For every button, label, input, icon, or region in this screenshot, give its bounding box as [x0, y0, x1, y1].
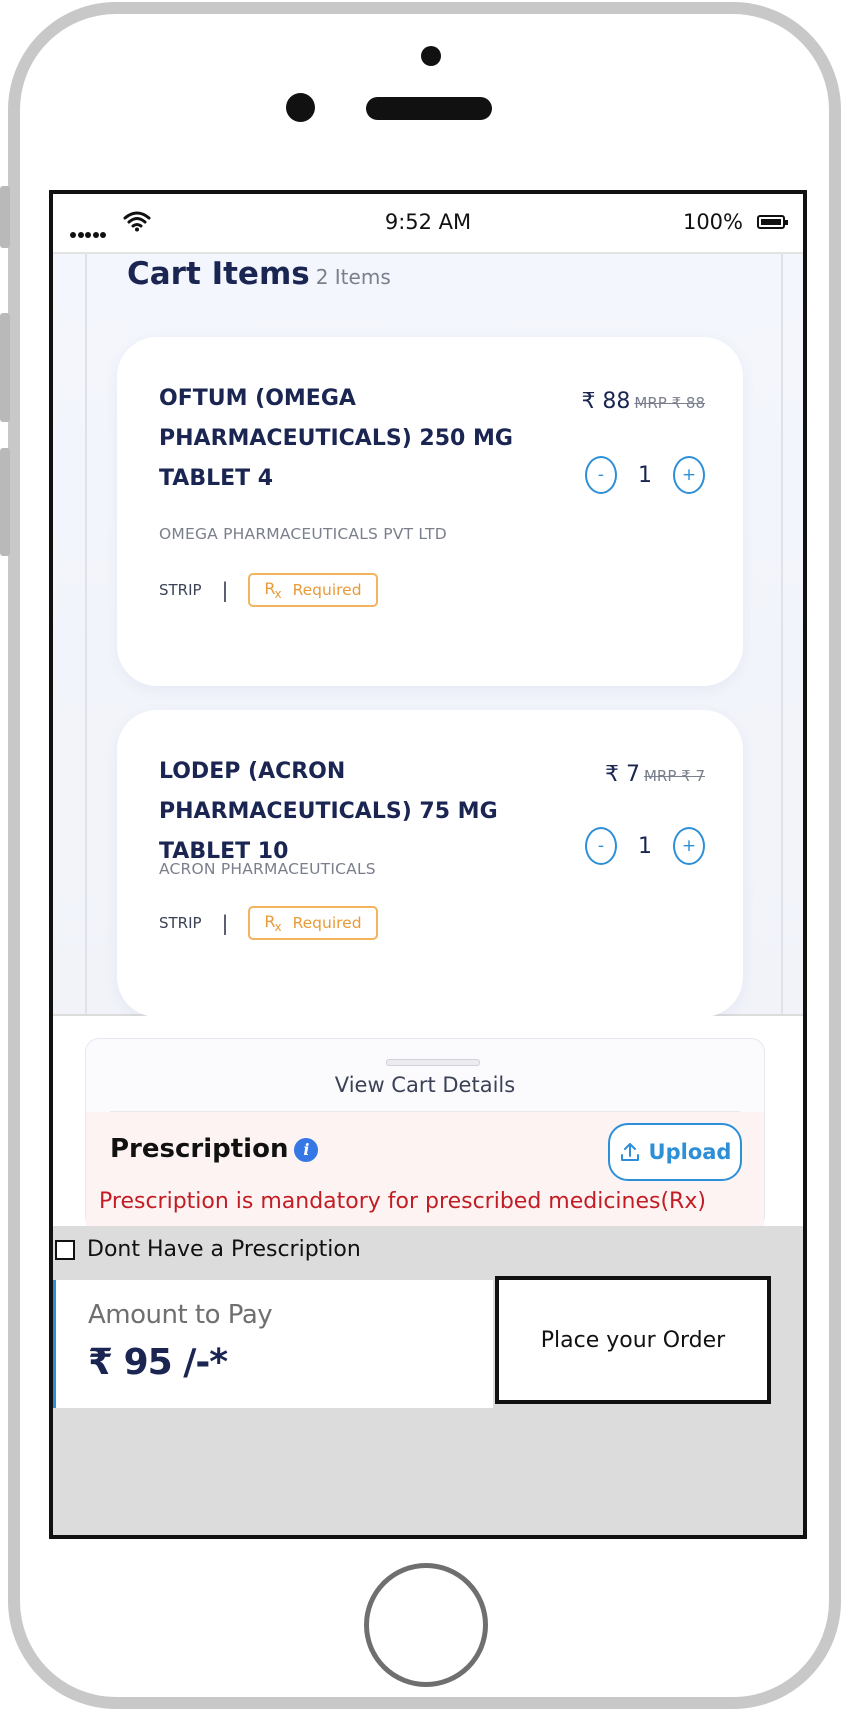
meta-separator: | [221, 911, 229, 936]
content-border-right [781, 254, 783, 1014]
item-manufacturer: OMEGA PHARMACEUTICALS PVT LTD [159, 525, 447, 543]
prescription-panel: Prescription i Upload Prescription is man… [86, 1112, 764, 1229]
cart-details-sheet: View Cart Details Prescription i Upload P… [85, 1038, 765, 1230]
rx-required-badge: Rx Required [248, 906, 378, 941]
quantity-stepper: - 1 + [585, 453, 705, 497]
quantity-value: 1 [638, 462, 652, 488]
volume-down-button [0, 448, 10, 556]
quantity-value: 1 [638, 833, 652, 859]
no-prescription-row: Dont Have a Prescription [53, 1226, 803, 1276]
cart-title: Cart Items [127, 256, 310, 292]
no-prescription-checkbox[interactable] [55, 1240, 75, 1260]
camera [421, 46, 441, 66]
mute-switch [0, 186, 10, 248]
amount-label: Amount to Pay [88, 1300, 273, 1330]
increment-button[interactable]: + [673, 456, 705, 494]
place-order-button[interactable]: Place your Order [495, 1276, 771, 1404]
front-sensor [286, 93, 315, 122]
content-border-left [85, 254, 87, 1014]
prescription-heading: Prescription i [110, 1134, 319, 1164]
item-price: ₹ 7 [604, 762, 640, 787]
cart-item-count: 2 Items [315, 265, 391, 289]
sheet-drag-handle[interactable] [386, 1059, 480, 1066]
item-meta: STRIP | Rx Required [159, 906, 378, 941]
increment-button[interactable]: + [673, 827, 705, 865]
prescription-title: Prescription [110, 1134, 289, 1164]
rx-required-label: Required [292, 581, 362, 600]
item-price-block: ₹ 7 MRP ₹ 7 [605, 762, 705, 787]
rx-required-label: Required [292, 914, 362, 933]
amount-summary: Amount to Pay ₹ 95 /-* [53, 1280, 493, 1408]
amount-value: ₹ 95 /-* [88, 1342, 228, 1383]
status-bar: 9:52 AM 100% [53, 194, 803, 254]
upload-button[interactable]: Upload [608, 1123, 742, 1181]
upload-label: Upload [648, 1140, 732, 1164]
item-meta: STRIP | Rx Required [159, 573, 378, 608]
rx-required-badge: Rx Required [248, 573, 378, 608]
prescription-warning: Prescription is mandatory for prescribed… [99, 1189, 706, 1214]
cart-item-card: OFTUM (OMEGA PHARMACEUTICALS) 250 MG TAB… [117, 337, 743, 686]
cart-heading: Cart Items 2 Items [127, 256, 391, 292]
item-name[interactable]: LODEP (ACRON PHARMACEUTICALS) 75 MG TABL… [159, 752, 569, 872]
item-name[interactable]: OFTUM (OMEGA PHARMACEUTICALS) 250 MG TAB… [159, 379, 569, 499]
decrement-button[interactable]: - [585, 827, 617, 865]
info-icon[interactable]: i [294, 1137, 319, 1162]
phone-screen: 9:52 AM 100% Cart Items 2 Items OFTUM (OM… [49, 190, 807, 1539]
item-price: ₹ 88 [581, 389, 631, 414]
battery-percentage: 100% [682, 210, 743, 234]
item-manufacturer: ACRON PHARMACEUTICALS [159, 860, 376, 878]
checkout-footer: Amount to Pay ₹ 95 /-* Place your Order [53, 1276, 803, 1408]
volume-up-button [0, 313, 10, 422]
item-price-block: ₹ 88 MRP ₹ 88 [581, 389, 705, 414]
battery-icon [757, 215, 788, 229]
rx-icon: Rx [264, 579, 281, 602]
home-button[interactable] [364, 1563, 488, 1687]
rx-icon: Rx [264, 912, 281, 935]
upload-icon [620, 1143, 639, 1161]
quantity-stepper: - 1 + [585, 824, 705, 868]
bottom-sheet: View Cart Details Prescription i Upload P… [53, 1016, 803, 1230]
earpiece-speaker [366, 97, 492, 120]
item-mrp: MRP ₹ 88 [634, 394, 705, 412]
no-prescription-label[interactable]: Dont Have a Prescription [87, 1237, 361, 1262]
item-mrp: MRP ₹ 7 [643, 767, 705, 785]
cart-content[interactable]: Cart Items 2 Items OFTUM (OMEGA PHARMACEU… [53, 254, 803, 1017]
item-pack-type: STRIP [159, 581, 202, 600]
item-pack-type: STRIP [159, 914, 202, 933]
decrement-button[interactable]: - [585, 456, 617, 494]
view-cart-details-link[interactable]: View Cart Details [86, 1073, 764, 1097]
cart-item-card: LODEP (ACRON PHARMACEUTICALS) 75 MG TABL… [117, 710, 743, 1017]
meta-separator: | [221, 578, 229, 603]
